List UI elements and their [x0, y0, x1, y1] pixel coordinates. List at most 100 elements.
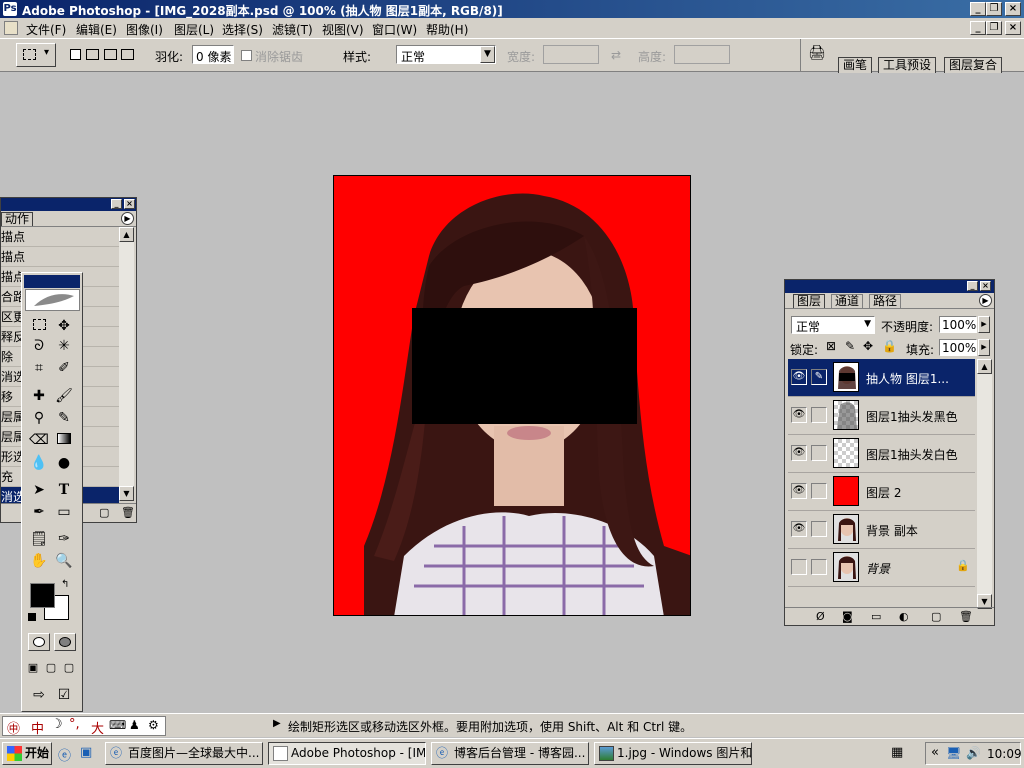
feather-logo-icon[interactable] [25, 289, 80, 311]
doc-minimize-button[interactable]: _ [970, 21, 986, 35]
menu-image[interactable]: 图像(I) [126, 21, 163, 38]
ime-mode-label[interactable]: 中 [31, 718, 44, 737]
doc-restore-button[interactable]: ❐ [986, 21, 1002, 35]
fill-slider-button[interactable]: ▶ [978, 339, 990, 356]
list-item[interactable]: 描点 [1, 247, 119, 267]
actions-panel-header[interactable]: _ × [1, 198, 136, 211]
desktop-quicklaunch-icon[interactable]: ▣ [80, 745, 92, 760]
layer-name[interactable]: 图层1抽头发黑色 [866, 408, 958, 425]
menu-file[interactable]: 文件(F) [26, 21, 66, 38]
menu-edit[interactable]: 编辑(E) [76, 21, 117, 38]
lock-all-icon[interactable]: 🔒 [882, 339, 897, 353]
close-button[interactable]: × [1005, 2, 1021, 16]
taskbar-button-photoshop[interactable]: Adobe Photoshop - [IMG... [268, 742, 426, 765]
scroll-up-icon[interactable]: ▲ [119, 227, 134, 242]
panel-minimize-button[interactable]: _ [111, 199, 122, 209]
ime-toolbar[interactable]: ㊥ 中 ☽ °, 大 ⌨ ♟ ⚙ [2, 716, 166, 737]
magic-wand-icon[interactable]: ✳ [53, 336, 75, 356]
network-icon[interactable]: ▦ [891, 745, 903, 760]
layer-row[interactable]: 👁 ✎ 抽人物 图层1... [788, 359, 975, 397]
intersect-selection-icon[interactable] [121, 49, 134, 60]
layer-row[interactable]: 👁 图层1抽头发黑色 [788, 397, 975, 435]
move-tool-icon[interactable]: ✥ [53, 316, 75, 336]
toolbox[interactable]: ✥ ᘐ ✳ ⌗ ✐ ✚ 🖌 ⚲ ✎ ⌫ 💧 ● ➤ T ✒ ▭ 🗒 ✑ ✋ 🔍 … [21, 272, 83, 712]
menu-select[interactable]: 选择(S) [222, 21, 263, 38]
tab-paths[interactable]: 路径 [869, 294, 902, 308]
crop-icon[interactable]: ⌗ [28, 358, 50, 378]
ime-logo-icon[interactable]: ㊥ [7, 718, 20, 737]
tab-channels[interactable]: 通道 [831, 294, 864, 308]
fill-input[interactable]: 100% [939, 339, 977, 356]
toolbox-header[interactable] [24, 275, 80, 288]
zoom-icon[interactable]: 🔍 [53, 551, 75, 571]
lock-pixels-icon[interactable]: ✎ [845, 339, 855, 353]
height-input[interactable] [674, 45, 730, 64]
width-input[interactable] [543, 45, 599, 64]
eye-icon[interactable]: 👁 [791, 483, 807, 499]
subtract-selection-icon[interactable] [104, 49, 117, 60]
default-colors-icon[interactable] [28, 613, 36, 621]
path-selection-icon[interactable]: ➤ [28, 480, 50, 500]
layers-panel[interactable]: _ × 图层 通道 路径 ▶ 正常 ▼ 不透明度: 100% ▶ 锁定: ⊠ ✎… [784, 279, 995, 626]
layer-row[interactable]: 背景 🔒 [788, 549, 975, 587]
link-box[interactable] [811, 521, 827, 537]
foreground-color-swatch[interactable] [30, 583, 55, 608]
pen-icon[interactable]: ✒ [28, 502, 50, 522]
list-item[interactable]: 描点 [1, 227, 119, 247]
panel-minimize-button[interactable]: _ [967, 281, 978, 291]
panel-menu-icon[interactable]: ▶ [979, 294, 992, 307]
layer-name[interactable]: 抽人物 图层1... [866, 370, 949, 387]
standard-mode-icon[interactable] [28, 633, 50, 651]
link-box[interactable] [811, 445, 827, 461]
menu-help[interactable]: 帮助(H) [426, 21, 468, 38]
volume-icon[interactable]: 🔊 [966, 746, 981, 760]
notes-icon[interactable]: 🗒 [28, 529, 50, 549]
swap-icon[interactable]: ⇄ [611, 48, 621, 62]
rect-marquee-icon[interactable] [28, 316, 50, 336]
window-titlebar[interactable]: Ps Adobe Photoshop - [IMG_2028副本.psd @ 1… [0, 0, 1024, 18]
dodge-icon[interactable]: ● [53, 453, 75, 473]
new-selection-icon[interactable] [70, 49, 81, 60]
type-tool-icon[interactable]: T [53, 480, 75, 500]
layer-mask-icon[interactable]: ◙ [842, 610, 853, 623]
eyedropper-icon[interactable]: ✑ [53, 529, 75, 549]
ie-quicklaunch-icon[interactable]: ⓔ [58, 745, 71, 764]
quick-mask-icon[interactable] [54, 633, 76, 651]
taskbar-button-image-viewer[interactable]: 1.jpg - Windows 图片和... [594, 742, 752, 765]
punctuation-icon[interactable]: °, [69, 717, 80, 732]
tab-brushes[interactable]: 画笔 [838, 57, 873, 73]
user-icon[interactable]: ♟ [129, 718, 140, 732]
hand-icon[interactable]: ✋ [28, 551, 50, 571]
eye-icon[interactable]: 👁 [791, 521, 807, 537]
actions-scrollbar[interactable]: ▲ ▼ [119, 227, 134, 501]
layer-row[interactable]: 👁 图层 2 [788, 473, 975, 511]
new-layer-icon[interactable]: ▢ [931, 610, 941, 623]
layer-row[interactable]: 👁 图层1抽头发白色 [788, 435, 975, 473]
monitor-icon[interactable]: 🖥 [946, 746, 961, 760]
layer-name[interactable]: 背景 副本 [866, 522, 918, 539]
add-selection-icon[interactable] [86, 49, 99, 60]
tab-tool-presets[interactable]: 工具预设 [878, 57, 937, 73]
panel-menu-icon[interactable]: ▶ [121, 212, 134, 225]
link-box[interactable] [811, 407, 827, 423]
tab-layer-comps[interactable]: 图层复合 [944, 57, 1003, 73]
brush-icon[interactable]: 🖌 [53, 386, 75, 406]
lock-transparency-icon[interactable]: ⊠ [826, 339, 836, 353]
antialias-checkbox[interactable] [241, 50, 252, 61]
eye-icon[interactable]: 👁 [791, 445, 807, 461]
panel-close-button[interactable]: × [124, 199, 135, 209]
screen-mode-full-menu-icon[interactable]: ▢ [42, 658, 60, 678]
layers-panel-header[interactable]: _ × [785, 280, 994, 293]
eye-icon[interactable]: 👁 [791, 407, 807, 423]
document-icon[interactable] [4, 21, 18, 35]
taskbar-button-browser[interactable]: ⓔ 百度图片—全球最大中... [105, 742, 263, 765]
link-box[interactable] [811, 559, 827, 575]
layer-name[interactable]: 背景 [866, 560, 890, 577]
adjustment-layer-icon[interactable]: ◐ [899, 610, 909, 623]
tools-icon[interactable]: ⚙ [148, 718, 159, 732]
tray-expand-chevron[interactable]: « [931, 745, 939, 760]
tab-actions[interactable]: 动作 [1, 212, 34, 226]
ime-fullwidth-label[interactable]: 大 [91, 718, 104, 737]
eraser-icon[interactable]: ⌫ [28, 430, 50, 450]
marquee-tool-preset-button[interactable]: ▾ [16, 43, 56, 67]
